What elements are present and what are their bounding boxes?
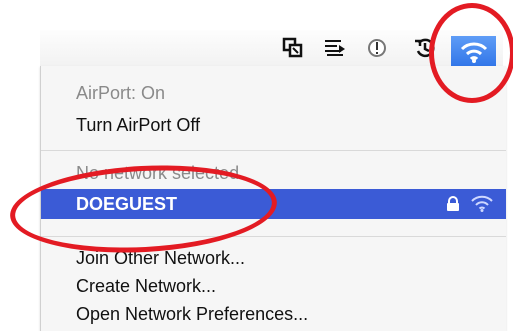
join-other-label: Join Other Network... — [76, 248, 246, 268]
wifi-menu-button[interactable] — [451, 36, 496, 68]
window-icon[interactable] — [278, 30, 308, 66]
turn-airport-off-label: Turn AirPort Off — [76, 115, 201, 135]
wifi-signal-icon — [471, 195, 493, 212]
no-network-label: No network selected — [76, 163, 240, 183]
wifi-icon — [460, 42, 487, 63]
time-machine-icon[interactable] — [410, 30, 440, 66]
airport-status-label: AirPort: On — [76, 83, 166, 103]
separator — [41, 150, 506, 151]
create-network-item[interactable]: Create Network... — [41, 271, 506, 301]
create-network-label: Create Network... — [76, 276, 217, 296]
airport-status: AirPort: On — [41, 78, 506, 108]
turn-airport-off-item[interactable]: Turn AirPort Off — [41, 110, 506, 140]
airport-menu: AirPort: On Turn AirPort Off No network … — [40, 66, 506, 331]
network-item-doeguest[interactable]: DOEGUEST — [41, 189, 506, 219]
open-network-preferences-label: Open Network Preferences... — [76, 304, 309, 324]
no-network-selected: No network selected — [41, 158, 506, 188]
open-network-preferences-item[interactable]: Open Network Preferences... — [41, 299, 506, 329]
timemachine-tray-icon[interactable] — [320, 30, 350, 66]
menu-bar — [40, 30, 503, 66]
lock-icon — [447, 196, 459, 211]
separator — [41, 236, 506, 237]
alert-icon[interactable] — [362, 30, 392, 66]
join-other-network-item[interactable]: Join Other Network... — [41, 243, 506, 273]
network-name: DOEGUEST — [76, 194, 178, 214]
